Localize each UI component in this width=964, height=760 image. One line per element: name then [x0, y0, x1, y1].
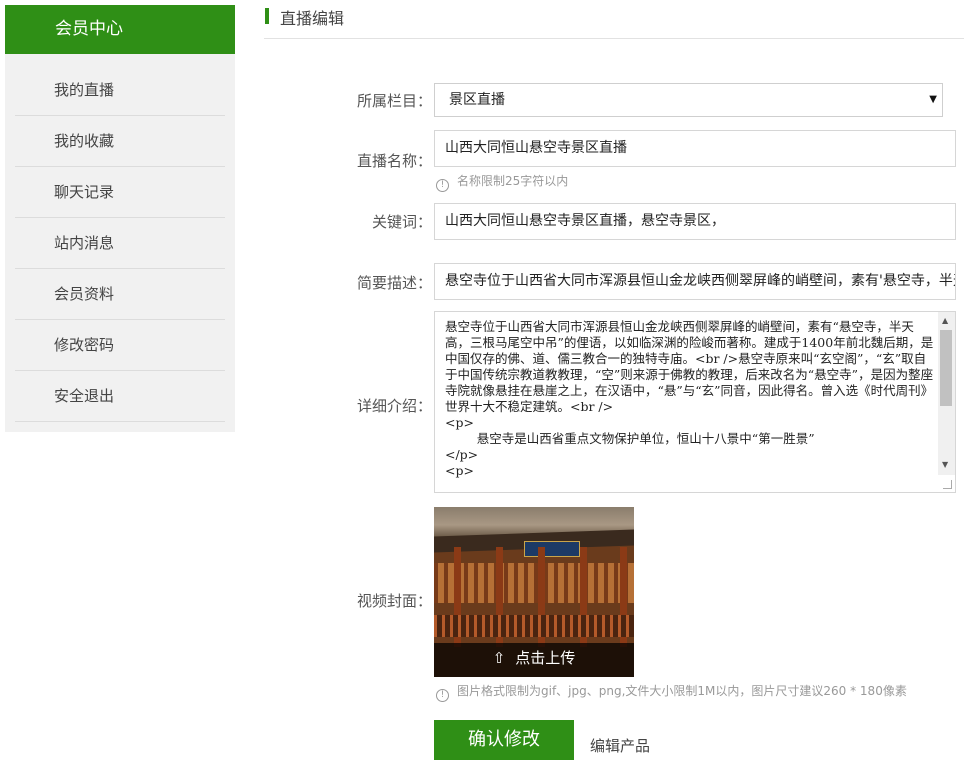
info-circle-icon: ! — [436, 689, 449, 702]
name-label: 直播名称： — [356, 152, 432, 170]
upload-overlay[interactable]: ⇧ 点击上传 — [434, 643, 634, 677]
detail-scrollbar[interactable]: ▲ ▼ — [938, 312, 955, 492]
upload-label: 点击上传 — [515, 649, 576, 667]
cover-image-upload[interactable]: ⇧ 点击上传 — [434, 507, 634, 677]
sidebar-title: 会员中心 — [5, 5, 235, 54]
name-input[interactable]: 山西大同恒山悬空寺景区直播 — [434, 130, 956, 167]
category-label: 所属栏目： — [356, 92, 432, 110]
upload-icon: ⇧ — [492, 649, 506, 667]
name-hint-text: 名称限制25字符以内 — [457, 174, 569, 188]
sidebar-item-my-live[interactable]: 我的直播 — [15, 65, 225, 116]
page-header: 直播编辑 — [264, 0, 964, 39]
keywords-label: 关键词： — [371, 213, 432, 231]
edit-product-link[interactable]: 编辑产品 — [590, 735, 650, 756]
category-select[interactable]: 景区直播 ▼ — [434, 83, 943, 117]
cover-label: 视频封面： — [356, 592, 432, 610]
sidebar-item-change-password[interactable]: 修改密码 — [15, 320, 225, 371]
confirm-button[interactable]: 确认修改 — [434, 720, 574, 760]
sidebar-item-logout[interactable]: 安全退出 — [15, 371, 225, 422]
sidebar-item-chat-history[interactable]: 聊天记录 — [15, 167, 225, 218]
detail-textarea[interactable]: 悬空寺位于山西省大同市浑源县恒山金龙峡西侧翠屏峰的峭壁间，素有“悬空寺，半天高，… — [434, 311, 956, 493]
resize-grip-icon[interactable] — [938, 475, 955, 492]
sidebar: 会员中心 我的直播 我的收藏 聊天记录 站内消息 会员资料 修改密码 安全退出 — [5, 5, 235, 432]
detail-label: 详细介绍： — [356, 397, 432, 415]
summary-label: 简要描述： — [356, 274, 432, 292]
title-accent-bar — [265, 8, 269, 24]
scroll-thumb[interactable] — [940, 330, 952, 406]
category-selected-value: 景区直播 — [449, 92, 505, 108]
page-title: 直播编辑 — [280, 9, 345, 28]
info-circle-icon: ! — [436, 179, 449, 192]
keywords-input[interactable]: 山西大同恒山悬空寺景区直播，悬空寺景区， — [434, 203, 956, 240]
detail-textarea-content: 悬空寺位于山西省大同市浑源县恒山金龙峡西侧翠屏峰的峭壁间，素有“悬空寺，半天高，… — [445, 319, 934, 478]
sidebar-item-messages[interactable]: 站内消息 — [15, 218, 225, 269]
cover-hint: ! 图片格式限制为gif、jpg、png,文件大小限制1M以内，图片尺寸建议260… — [436, 682, 907, 702]
caret-down-icon: ▼ — [929, 94, 937, 105]
sidebar-menu: 我的直播 我的收藏 聊天记录 站内消息 会员资料 修改密码 安全退出 — [5, 54, 235, 422]
cover-image-upper-floor — [434, 563, 634, 603]
summary-input[interactable]: 悬空寺位于山西省大同市浑源县恒山金龙峡西侧翠屏峰的峭壁间，素有'悬空寺，半天高 — [434, 263, 956, 300]
cover-image-railing — [434, 615, 634, 637]
scroll-down-arrow-icon[interactable]: ▼ — [942, 460, 948, 469]
main-content: 直播编辑 所属栏目： 景区直播 ▼ 直播名称： 山西大同恒山悬空寺景区直播 ! 名… — [264, 0, 964, 760]
sidebar-item-favorites[interactable]: 我的收藏 — [15, 116, 225, 167]
scroll-up-arrow-icon[interactable]: ▲ — [942, 316, 948, 325]
cover-hint-text: 图片格式限制为gif、jpg、png,文件大小限制1M以内，图片尺寸建议260 … — [457, 684, 907, 698]
cover-image-plaque — [524, 541, 580, 557]
sidebar-item-profile[interactable]: 会员资料 — [15, 269, 225, 320]
name-hint: ! 名称限制25字符以内 — [436, 172, 568, 192]
